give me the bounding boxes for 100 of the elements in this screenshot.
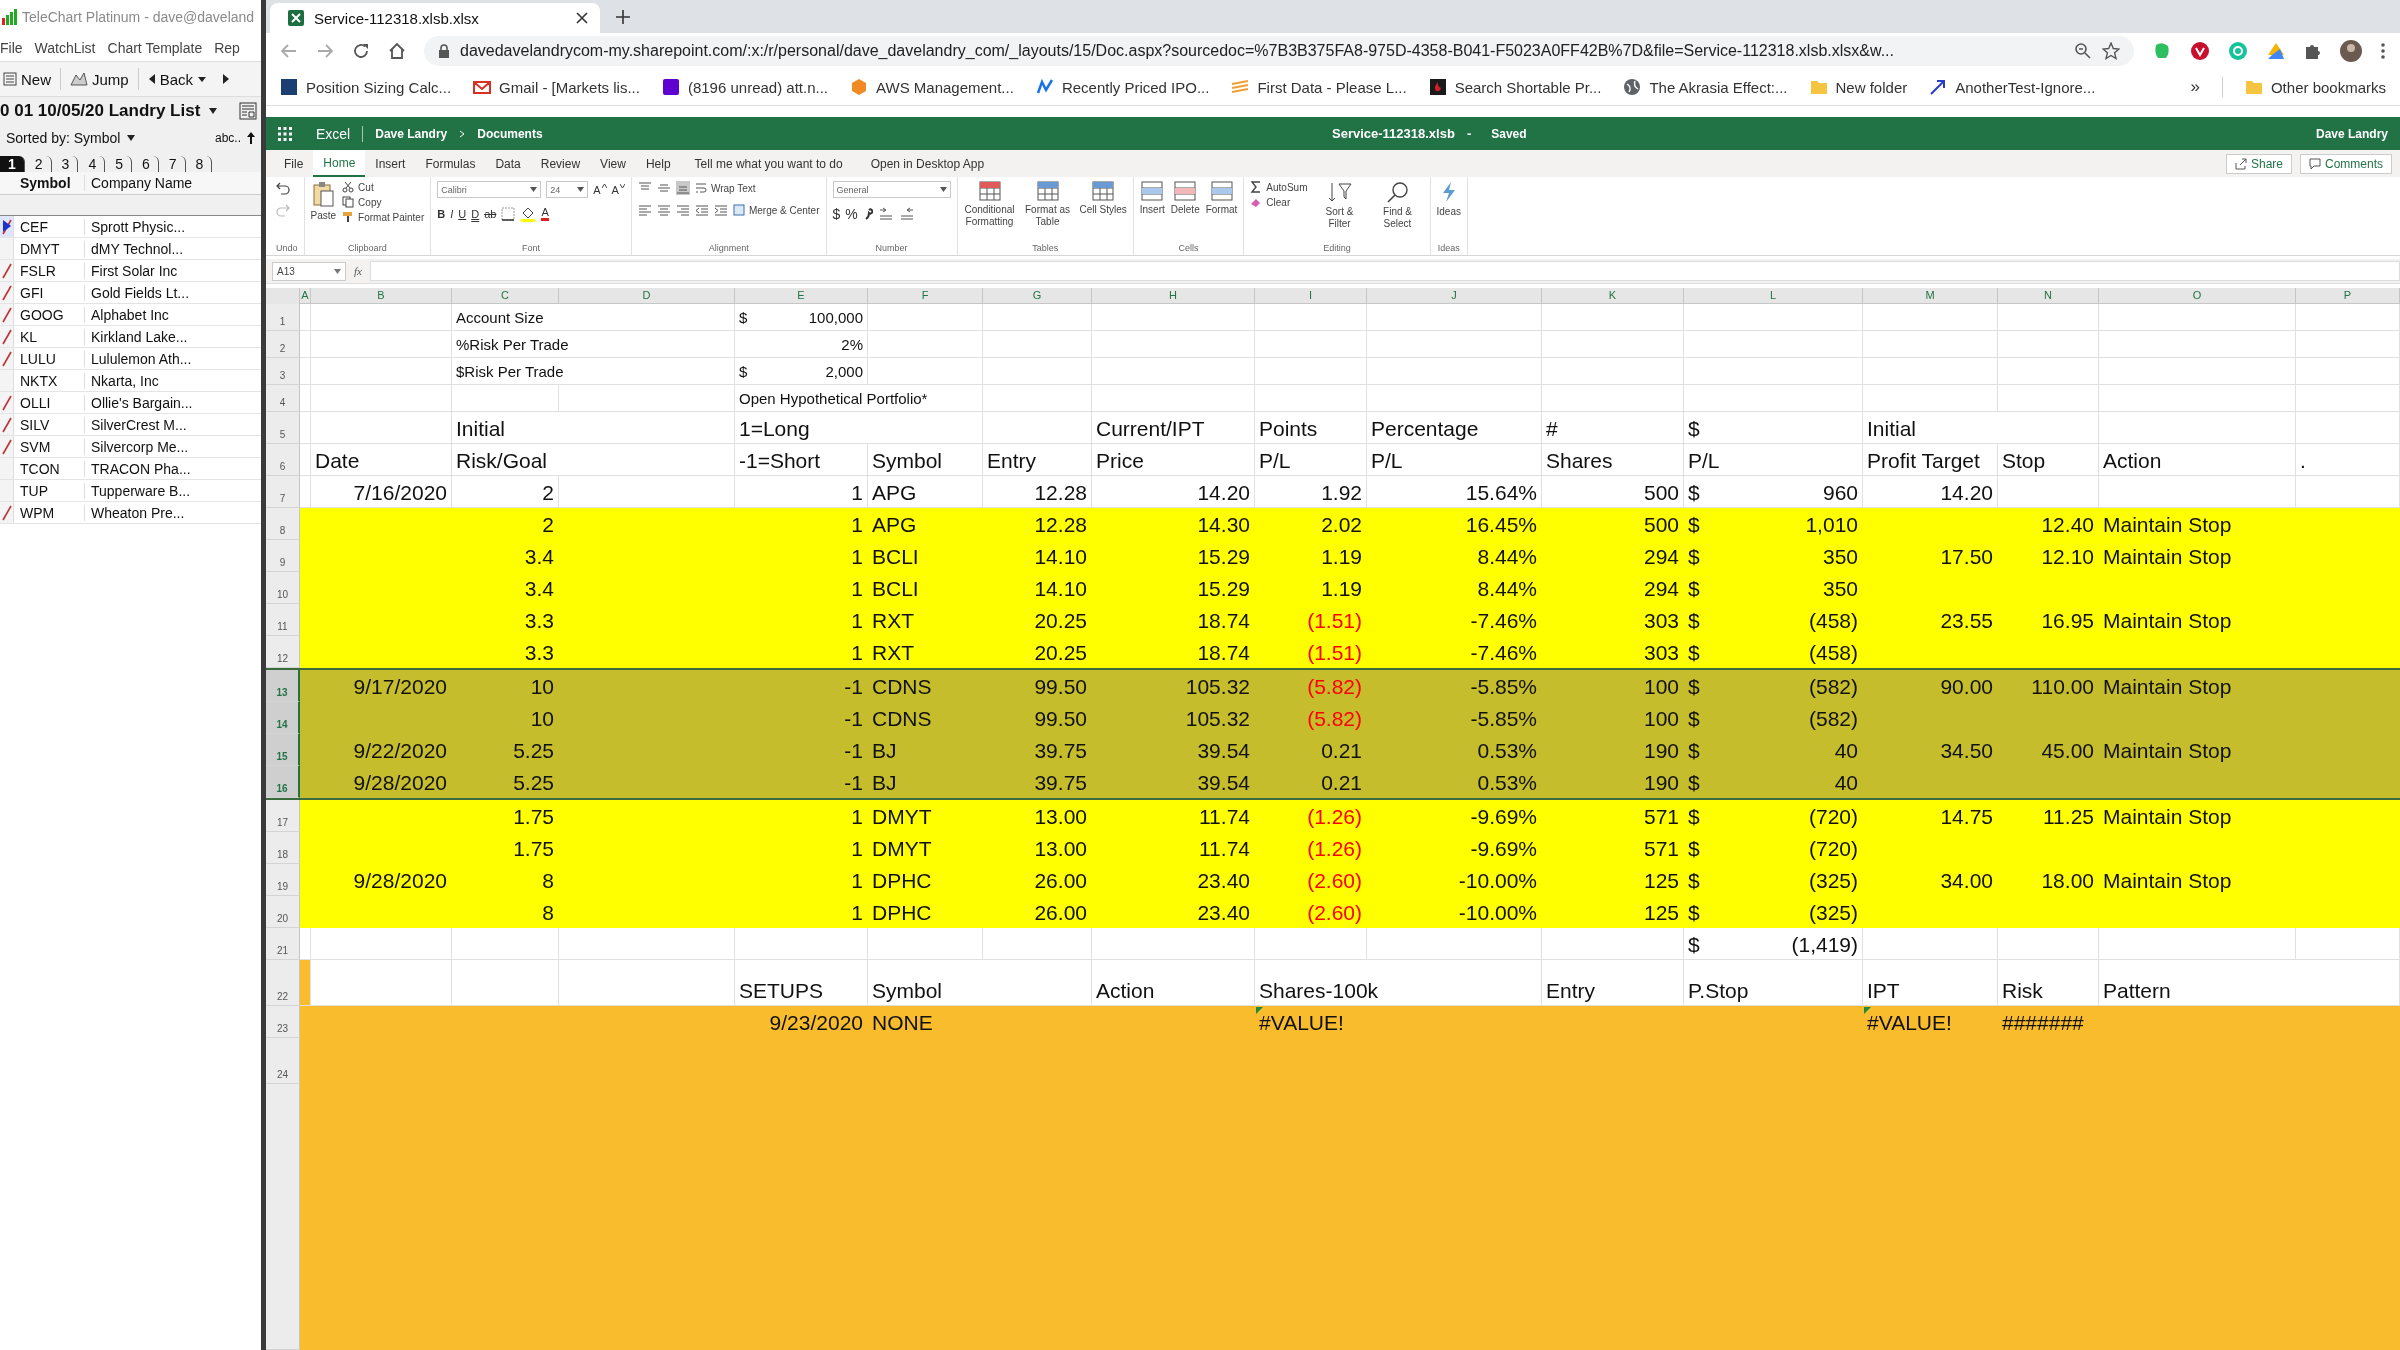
- symbol-cell[interactable]: SVM: [18, 438, 84, 455]
- insert-function-button[interactable]: fx: [354, 265, 362, 277]
- cell-styles-button[interactable]: Cell Styles: [1079, 181, 1127, 216]
- page-tab[interactable]: 1: [0, 156, 25, 172]
- bookmark[interactable]: AnotherTest-Ignore...: [1929, 78, 2096, 96]
- ribbon-tab[interactable]: Help: [635, 150, 681, 177]
- share-button[interactable]: Share: [2225, 153, 2292, 174]
- company-cell[interactable]: SilverCrest M...: [84, 416, 187, 433]
- symbol-cell[interactable]: CEF: [18, 218, 84, 235]
- outdent-icon[interactable]: [694, 203, 709, 217]
- row-header[interactable]: 16: [266, 766, 300, 798]
- row-header[interactable]: 23: [266, 1006, 300, 1038]
- menu-item[interactable]: WatchList: [34, 39, 96, 56]
- zoom-icon[interactable]: [2074, 42, 2092, 60]
- tell-me-search[interactable]: Tell me what you want to do: [680, 156, 857, 171]
- format-cells-button[interactable]: Format: [1205, 181, 1238, 216]
- new-button[interactable]: New: [0, 68, 54, 90]
- row-header[interactable]: 15: [266, 734, 300, 766]
- autosum-button[interactable]: AutoSum: [1250, 181, 1308, 193]
- extension-icon[interactable]: [2266, 41, 2286, 61]
- home-icon[interactable]: [388, 42, 406, 60]
- bold-button[interactable]: B: [437, 208, 446, 220]
- jump-button[interactable]: Jump: [67, 68, 132, 90]
- symbol-cell[interactable]: GFI: [18, 284, 84, 301]
- percent-button[interactable]: %: [845, 206, 858, 222]
- company-cell[interactable]: Alphabet Inc: [84, 306, 169, 323]
- increase-decimal-icon[interactable]: [877, 207, 894, 221]
- bookmark[interactable]: AWS Management...: [850, 78, 1014, 96]
- indent-icon[interactable]: [713, 203, 728, 217]
- app-name[interactable]: Excel: [316, 125, 351, 142]
- wrap-text-button[interactable]: Wrap Text: [694, 182, 756, 194]
- app-launcher-icon[interactable]: [278, 126, 292, 141]
- puzzle-icon[interactable]: [2304, 42, 2322, 60]
- row-header[interactable]: 20: [266, 896, 300, 928]
- row-header[interactable]: 4: [266, 385, 300, 412]
- symbol-cell[interactable]: TCON: [18, 460, 84, 477]
- copy-button[interactable]: Copy: [342, 196, 425, 208]
- menu-icon[interactable]: [2380, 42, 2386, 60]
- close-icon[interactable]: [576, 12, 588, 24]
- breadcrumb-link[interactable]: Documents: [477, 126, 543, 141]
- row-header[interactable]: 5: [266, 412, 300, 444]
- new-tab-icon[interactable]: [616, 10, 630, 24]
- row-header[interactable]: 19: [266, 864, 300, 896]
- find-select-button[interactable]: Find & Select: [1371, 181, 1424, 229]
- back-button[interactable]: Back: [144, 68, 211, 90]
- comments-button[interactable]: Comments: [2300, 153, 2392, 174]
- font-name-field[interactable]: Calibri: [437, 181, 542, 198]
- currency-button[interactable]: $: [832, 206, 841, 222]
- forward-icon[interactable]: [222, 73, 231, 85]
- paste-button[interactable]: Paste: [310, 181, 337, 222]
- row-header[interactable]: 7: [266, 476, 300, 508]
- company-cell[interactable]: dMY Technol...: [84, 240, 184, 257]
- symbol-cell[interactable]: GOOG: [18, 306, 84, 323]
- delete-cells-button[interactable]: Delete: [1170, 181, 1200, 216]
- symbol-cell[interactable]: TUP: [18, 482, 84, 499]
- column-header[interactable]: Symbol: [18, 175, 84, 191]
- row-header[interactable]: 1: [266, 304, 300, 331]
- row-header[interactable]: 18: [266, 832, 300, 864]
- bookmark[interactable]: Position Sizing Calc...: [280, 78, 452, 96]
- row-header[interactable]: 22: [266, 960, 300, 1006]
- row-header[interactable]: 11: [266, 604, 300, 636]
- ribbon-tab[interactable]: View: [590, 150, 636, 177]
- company-cell[interactable]: Ollie's Bargain...: [84, 394, 193, 411]
- company-cell[interactable]: Lululemon Ath...: [84, 350, 192, 367]
- shrink-font-button[interactable]: A: [611, 183, 625, 196]
- undo-icon[interactable]: [276, 181, 290, 195]
- file-name[interactable]: Service-112318.xlsb: [1332, 126, 1455, 141]
- company-cell[interactable]: Tupperware B...: [84, 482, 191, 499]
- underline-button[interactable]: U: [458, 208, 467, 220]
- row-header[interactable]: 3: [266, 358, 300, 385]
- star-icon[interactable]: [2102, 42, 2120, 60]
- row-header[interactable]: 6: [266, 444, 300, 476]
- ribbon-tab[interactable]: Home: [313, 150, 366, 177]
- insert-cells-button[interactable]: Insert: [1139, 181, 1165, 216]
- breadcrumb-link[interactable]: Dave Landry: [375, 126, 448, 141]
- font-size-field[interactable]: 24: [546, 181, 589, 198]
- bookmark[interactable]: New folder: [1809, 78, 1908, 96]
- format-painter-button[interactable]: Format Painter: [342, 211, 425, 223]
- ribbon-tab[interactable]: Insert: [365, 150, 416, 177]
- report-icon[interactable]: [239, 102, 257, 120]
- row-header[interactable]: 8: [266, 508, 300, 540]
- user-name[interactable]: Dave Landry: [2316, 126, 2388, 141]
- bookmark[interactable]: Other bookmarks: [2244, 78, 2386, 96]
- symbol-cell[interactable]: OLLI: [18, 394, 84, 411]
- company-cell[interactable]: Kirkland Lake...: [84, 328, 188, 345]
- column-header[interactable]: Company Name: [84, 175, 193, 191]
- name-box[interactable]: A13: [272, 261, 346, 281]
- symbol-cell[interactable]: KL: [18, 328, 84, 345]
- address-field[interactable]: davedavelandrycom-my.sharepoint.com/:x:/r/personal/dave_davelandry_com/_layouts/15/Doc.aspx?sourcedoc=%7B3B375FA8-975D-4358-B041-F5023A0FF42B%7D&file=Service-112318.xlsb.xlsx&w...: [424, 36, 2134, 66]
- grow-font-button[interactable]: A: [593, 183, 607, 196]
- row-header[interactable]: 21: [266, 928, 300, 960]
- menu-item[interactable]: Rep: [214, 39, 240, 56]
- more-bookmarks[interactable]: »: [2190, 77, 2200, 97]
- decrease-decimal-icon[interactable]: [898, 207, 915, 221]
- reload-icon[interactable]: [352, 42, 370, 60]
- caret-icon[interactable]: [126, 133, 137, 142]
- up-arrow-icon[interactable]: [247, 131, 255, 144]
- caret-icon[interactable]: [208, 107, 219, 115]
- row-header[interactable]: 14: [266, 702, 300, 734]
- align-bottom-icon[interactable]: [675, 181, 690, 195]
